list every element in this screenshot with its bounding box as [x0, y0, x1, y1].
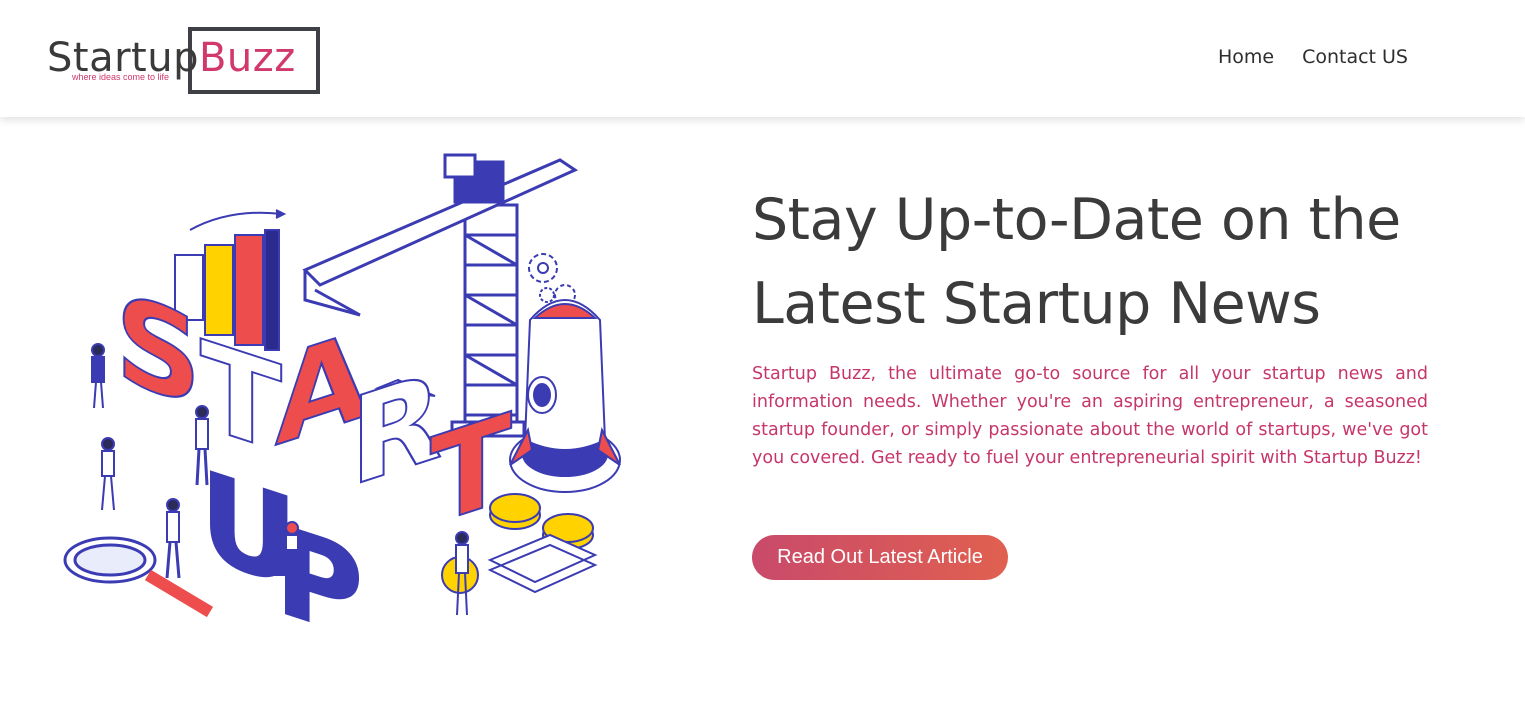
hero-section: Stay Up-to-Date on the Latest Startup Ne… [752, 178, 1428, 580]
magnifier-icon [63, 536, 214, 618]
nav-link-home[interactable]: Home [1218, 45, 1274, 69]
rocket-icon [509, 299, 621, 493]
person-figure [455, 531, 469, 616]
nav-link-contact[interactable]: Contact US [1302, 45, 1408, 69]
person-figure [101, 437, 115, 511]
person-figure [91, 343, 105, 409]
brand-logo[interactable]: StartupBuzz where ideas come to life [47, 26, 321, 96]
read-latest-article-button[interactable]: Read Out Latest Article [752, 535, 1008, 580]
nav-menu: Home Contact US [1218, 45, 1408, 69]
illustration-letter-r: R [350, 346, 442, 515]
navbar: StartupBuzz where ideas come to life Hom… [0, 0, 1525, 117]
logo-name-part2: Buzz [198, 35, 296, 81]
hero-description: Startup Buzz, the ultimate go-to source … [752, 364, 1428, 468]
startup-illustration: S T A R T U P [60, 150, 630, 669]
gear-icon [528, 253, 576, 306]
illustration-letter-t2: T [430, 388, 512, 554]
illustration-letter-s: S [115, 268, 201, 435]
hero-title: Stay Up-to-Date on the Latest Startup Ne… [752, 187, 1401, 337]
person-figure [165, 498, 181, 579]
logo-tagline: where ideas come to life [72, 72, 170, 82]
